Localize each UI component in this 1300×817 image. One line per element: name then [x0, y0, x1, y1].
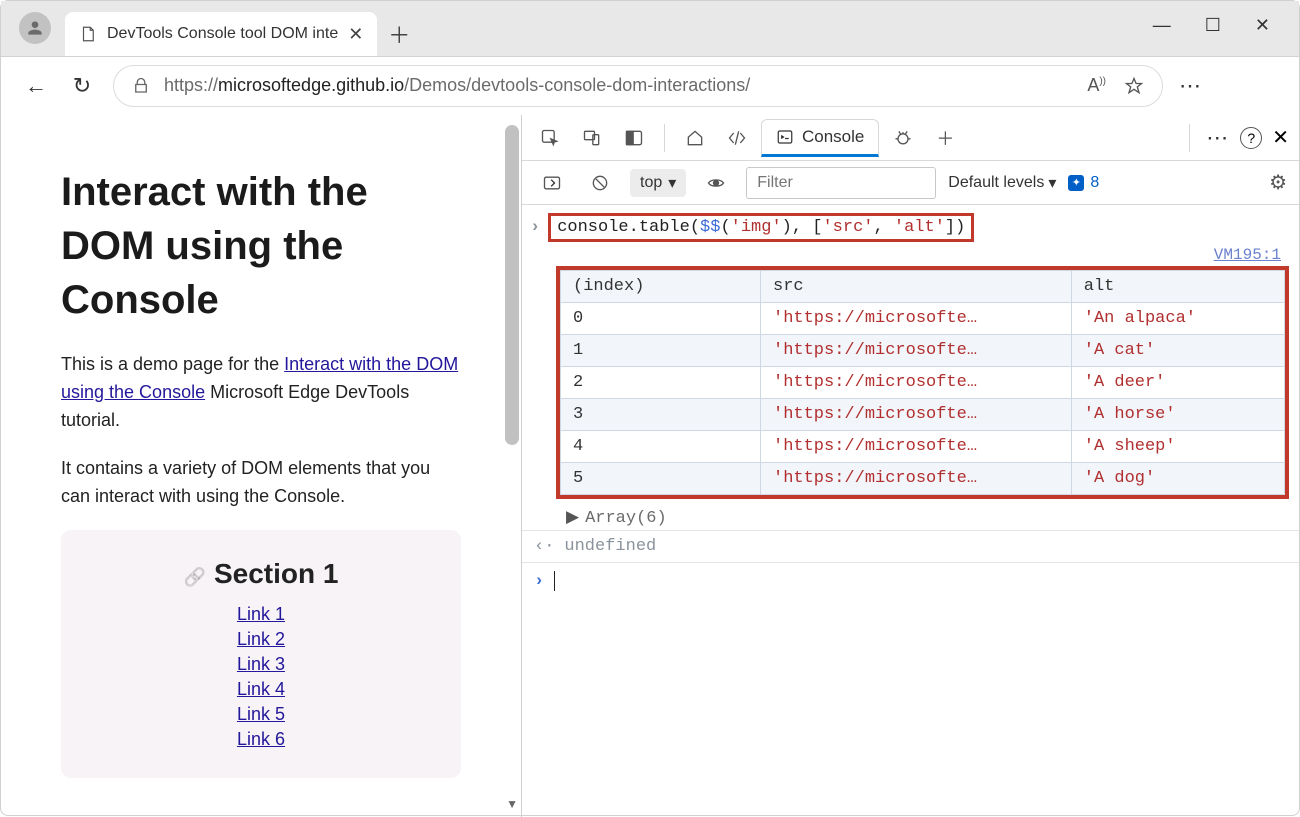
help-icon[interactable]: ? [1240, 127, 1262, 149]
list-item[interactable]: Link 4 [237, 679, 285, 700]
window-minimize-icon[interactable]: — [1153, 15, 1171, 36]
description-paragraph: It contains a variety of DOM elements th… [61, 455, 461, 511]
table-row[interactable]: 4'https://microsofte…'A sheep' [561, 431, 1285, 463]
console-command-row: › console.table($$('img'), ['src', 'alt'… [522, 209, 1299, 246]
links-list: Link 1 Link 2 Link 3 Link 4 Link 5 Link … [91, 604, 431, 750]
read-aloud-icon[interactable]: A)) [1087, 75, 1106, 96]
inspect-element-icon[interactable] [532, 120, 568, 156]
tab-close-icon[interactable]: ✕ [348, 24, 363, 45]
log-levels-select[interactable]: Default levels▾ [948, 173, 1056, 193]
table-row[interactable]: 1'https://microsofte…'A cat' [561, 335, 1285, 367]
devtools-panel: Console ＋ ⋯ ? ✕ top▾ Default levels▾ [521, 115, 1299, 817]
page-icon [79, 24, 97, 44]
executed-command: console.table($$('img'), ['src', 'alt']) [548, 213, 974, 242]
lock-icon [132, 77, 150, 95]
refresh-button[interactable]: ↻ [67, 73, 97, 99]
list-item[interactable]: Link 3 [237, 654, 285, 675]
console-settings-icon[interactable]: ⚙ [1269, 170, 1287, 195]
console-tab[interactable]: Console [761, 119, 879, 157]
table-row[interactable]: 3'https://microsofte…'A horse' [561, 399, 1285, 431]
browser-tab[interactable]: DevTools Console tool DOM inte ✕ [65, 12, 377, 56]
devtools-tabstrip: Console ＋ ⋯ ? ✕ [522, 115, 1299, 161]
source-link[interactable]: VM195:1 [522, 246, 1299, 264]
devtools-close-icon[interactable]: ✕ [1272, 125, 1289, 150]
console-toolbar: top▾ Default levels▾ ✦ 8 ⚙ [522, 161, 1299, 205]
new-tab-button[interactable]: ＋ [377, 12, 421, 56]
scrollbar-thumb[interactable] [505, 125, 519, 445]
console-table: (index) src alt 0'https://microsofte…'An… [556, 266, 1289, 499]
favorite-icon[interactable] [1124, 76, 1144, 96]
input-chevron-icon: › [530, 218, 540, 237]
browser-menu-button[interactable]: ⋯ [1179, 73, 1203, 99]
issues-count[interactable]: ✦ 8 [1068, 174, 1099, 192]
chevron-down-icon: ▾ [668, 173, 676, 193]
tab-strip: DevTools Console tool DOM inte ✕ ＋ [1, 1, 1299, 57]
issues-badge-icon: ✦ [1068, 175, 1084, 191]
toggle-sidebar-icon[interactable] [534, 165, 570, 201]
clear-console-icon[interactable] [582, 165, 618, 201]
scrollbar-down-icon[interactable]: ▼ [506, 797, 518, 811]
profile-avatar[interactable] [19, 12, 51, 44]
list-item[interactable]: Link 6 [237, 729, 285, 750]
console-input-row[interactable]: › [522, 563, 1299, 599]
dock-side-icon[interactable] [616, 120, 652, 156]
tab-title: DevTools Console tool DOM inte [107, 25, 338, 43]
address-bar: ← ↻ https://microsoftedge.github.io/Demo… [1, 57, 1299, 115]
console-output: › console.table($$('img'), ['src', 'alt'… [522, 205, 1299, 817]
chevron-down-icon: ▾ [1048, 173, 1056, 193]
live-expression-icon[interactable] [698, 165, 734, 201]
devtools-menu-icon[interactable]: ⋯ [1206, 125, 1230, 151]
section-title: Section 1 [91, 558, 431, 590]
issues-tab-icon[interactable] [885, 120, 921, 156]
intro-paragraph: This is a demo page for the Interact wit… [61, 351, 461, 435]
url-text: https://microsoftedge.github.io/Demos/de… [164, 75, 750, 96]
table-header[interactable]: (index) [561, 271, 761, 303]
table-header[interactable]: alt [1071, 271, 1284, 303]
list-item[interactable]: Link 1 [237, 604, 285, 625]
prompt-chevron-icon: › [534, 572, 544, 591]
page-heading: Interact with the DOM using the Console [61, 165, 461, 327]
elements-tab-icon[interactable] [719, 120, 755, 156]
console-tab-label: Console [802, 127, 864, 147]
table-row[interactable]: 0'https://microsofte…'An alpaca' [561, 303, 1285, 335]
page-viewport: Interact with the DOM using the Console … [1, 115, 521, 817]
expand-triangle-icon[interactable]: ▶ [566, 509, 579, 528]
list-item[interactable]: Link 2 [237, 629, 285, 650]
device-emulation-icon[interactable] [574, 120, 610, 156]
table-row[interactable]: 2'https://microsofte…'A deer' [561, 367, 1285, 399]
section-card: Section 1 Link 1 Link 2 Link 3 Link 4 Li… [61, 530, 461, 778]
table-row[interactable]: 5'https://microsofte…'A dog' [561, 463, 1285, 495]
more-tabs-button[interactable]: ＋ [927, 120, 963, 156]
window-close-icon[interactable]: ✕ [1255, 15, 1270, 36]
table-body: 0'https://microsofte…'An alpaca' 1'https… [561, 303, 1285, 495]
back-button[interactable]: ← [21, 73, 51, 99]
return-chevron-icon: ‹· [534, 537, 554, 556]
return-value-row: ‹· undefined [522, 530, 1299, 563]
text-cursor [554, 571, 555, 591]
context-select[interactable]: top▾ [630, 169, 686, 197]
url-field[interactable]: https://microsoftedge.github.io/Demos/de… [113, 65, 1163, 107]
window-maximize-icon[interactable]: ☐ [1205, 15, 1221, 36]
table-header[interactable]: src [761, 271, 1072, 303]
array-summary[interactable]: ▶Array(6) [522, 505, 1299, 530]
console-icon [776, 128, 794, 146]
welcome-tab-icon[interactable] [677, 120, 713, 156]
filter-input[interactable] [746, 167, 936, 199]
list-item[interactable]: Link 5 [237, 704, 285, 725]
